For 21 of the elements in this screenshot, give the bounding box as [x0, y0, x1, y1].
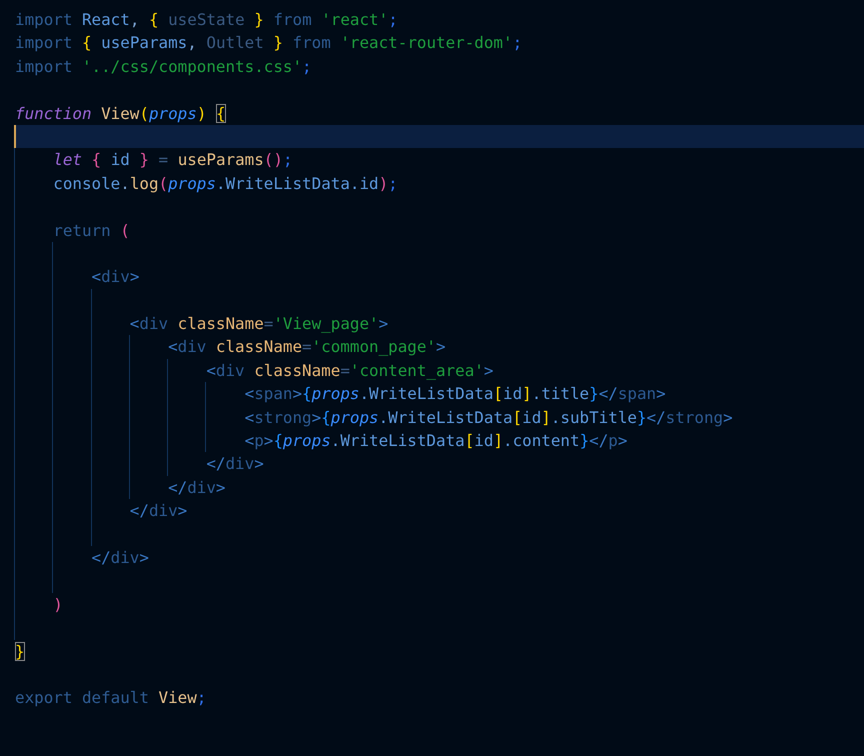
code-line: import React, { useState } from 'react'; [14, 9, 399, 31]
code-line: </div> [0, 499, 864, 523]
code-line: <div className='content_area'> [0, 358, 864, 382]
code-line: <div className='View_page'> [0, 312, 864, 336]
code-line: import { useParams, Outlet } from 'react-router-dom'; [14, 32, 524, 54]
code-line: ) [0, 592, 864, 616]
code-line: <p>{props.WriteListData[id].content}</p> [0, 429, 864, 452]
code-line: </div> [0, 546, 864, 570]
code-line: function View(props) { [14, 102, 227, 125]
code-line: export default View; [14, 687, 208, 710]
code-line: <strong>{props.WriteListData[id].subTitle}</strong> [0, 406, 864, 430]
code-line: return ( [0, 218, 864, 242]
code-line: <div className='common_page'> [0, 335, 864, 359]
code-line: } [14, 640, 26, 663]
code-line: <div> [0, 265, 864, 289]
code-line: console.log(props.WriteListData.id); [0, 172, 864, 196]
code-line: </div> [0, 452, 864, 476]
code-line: <span>{props.WriteListData[id].title}</span> [0, 382, 864, 406]
code-line: let { id } = useParams(); [0, 148, 864, 172]
code-line: </div> [0, 476, 864, 500]
code-line: import '../css/components.css'; [14, 56, 313, 78]
